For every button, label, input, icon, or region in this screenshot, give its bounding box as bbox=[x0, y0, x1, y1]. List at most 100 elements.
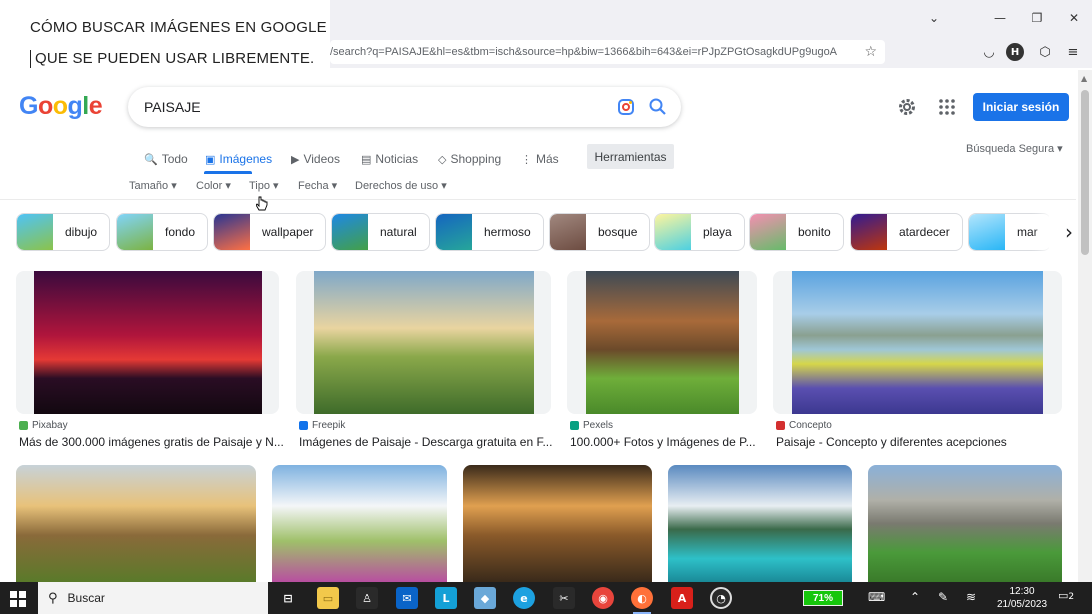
landscape-thumbnail[interactable] bbox=[868, 465, 1062, 582]
google-logo[interactable]: Google bbox=[19, 92, 103, 121]
tab-list-chevron-icon[interactable]: ⌄ bbox=[916, 6, 952, 30]
image-result-card[interactable] bbox=[463, 465, 652, 582]
result-source[interactable]: Freepik bbox=[299, 420, 345, 431]
pocket-icon[interactable]: ◡ bbox=[980, 43, 998, 61]
image-result-frame[interactable] bbox=[272, 465, 447, 582]
search-box[interactable]: PAISAJE bbox=[128, 87, 681, 127]
battery-indicator[interactable]: 71% bbox=[803, 590, 843, 606]
filter-type[interactable]: Tipo ▾ bbox=[249, 179, 279, 192]
address-bar[interactable]: /search?q=PAISAJE&hl=es&tbm=isch&source=… bbox=[330, 40, 885, 64]
image-result-frame[interactable] bbox=[567, 271, 757, 414]
search-query[interactable]: PAISAJE bbox=[144, 99, 201, 115]
chip-fondo[interactable]: fondo bbox=[116, 213, 209, 251]
google-lens-icon[interactable] bbox=[616, 97, 636, 117]
task-view-icon[interactable]: ⊟ bbox=[277, 587, 299, 609]
search-icon[interactable] bbox=[648, 97, 668, 117]
chip-dibujo[interactable]: dibujo bbox=[16, 213, 111, 251]
tab-more[interactable]: ⋮ Más bbox=[521, 146, 559, 172]
filter-date[interactable]: Fecha ▾ bbox=[298, 179, 337, 192]
filter-usage-rights[interactable]: Derechos de uso ▾ bbox=[355, 179, 447, 192]
result-title[interactable]: 100.000+ Fotos y Imágenes de P... bbox=[570, 435, 764, 449]
image-result-card[interactable]: Concepto Paisaje - Concepto y diferentes … bbox=[773, 271, 1062, 451]
extensions-icon[interactable]: ⬡ bbox=[1036, 43, 1054, 61]
image-result-frame[interactable] bbox=[773, 271, 1062, 414]
chip-hermoso[interactable]: hermoso bbox=[435, 213, 544, 251]
pen-icon[interactable]: ✎ bbox=[938, 590, 948, 604]
tools-button[interactable]: Herramientas bbox=[587, 144, 674, 169]
wifi-icon[interactable]: ≋ bbox=[966, 590, 976, 604]
chip-wallpaper[interactable]: wallpaper bbox=[213, 213, 327, 251]
landscape-thumbnail[interactable] bbox=[792, 271, 1043, 414]
chip-mar[interactable]: mar bbox=[968, 213, 1051, 251]
menu-icon[interactable]: ≡ bbox=[1064, 43, 1082, 61]
account-avatar[interactable]: H bbox=[1006, 43, 1024, 61]
edge-browser-icon[interactable]: e bbox=[513, 587, 535, 609]
image-result-frame[interactable] bbox=[296, 271, 551, 414]
windows-start-icon[interactable] bbox=[10, 591, 26, 607]
safe-search-dropdown[interactable]: Búsqueda Segura ▾ bbox=[966, 142, 1063, 155]
result-title[interactable]: Paisaje - Concepto y diferentes acepcion… bbox=[776, 435, 1069, 449]
firefox-browser-icon[interactable]: ◐ bbox=[631, 587, 653, 614]
image-result-frame[interactable] bbox=[16, 465, 256, 582]
acrobat-reader-icon[interactable]: A bbox=[671, 587, 693, 609]
landscape-thumbnail[interactable] bbox=[272, 465, 447, 582]
sign-in-button[interactable]: Iniciar sesión bbox=[973, 93, 1069, 121]
image-result-card[interactable]: Pexels 100.000+ Fotos y Imágenes de P... bbox=[567, 271, 757, 451]
notification-center-icon[interactable]: ▭2 bbox=[1058, 589, 1074, 602]
result-source[interactable]: Pexels bbox=[570, 420, 613, 431]
tab-all[interactable]: 🔍 Todo bbox=[144, 146, 188, 172]
filter-size[interactable]: Tamaño ▾ bbox=[129, 179, 177, 192]
image-result-frame[interactable] bbox=[16, 271, 279, 414]
taskbar-search[interactable]: ⚲ Buscar bbox=[38, 582, 268, 614]
result-source[interactable]: Pixabay bbox=[19, 420, 68, 431]
image-result-frame[interactable] bbox=[668, 465, 852, 582]
image-result-frame[interactable] bbox=[868, 465, 1062, 582]
landscape-thumbnail[interactable] bbox=[314, 271, 534, 414]
snipping-tool-icon[interactable]: ✂ bbox=[553, 587, 575, 609]
landscape-thumbnail[interactable] bbox=[463, 465, 652, 582]
tab-shopping[interactable]: ◇ Shopping bbox=[438, 146, 501, 172]
filter-color[interactable]: Color ▾ bbox=[196, 179, 231, 192]
landscape-thumbnail[interactable] bbox=[16, 465, 256, 582]
tab-news[interactable]: ▤ Noticias bbox=[361, 146, 418, 172]
image-result-card[interactable]: Pixabay Más de 300.000 imágenes gratis de… bbox=[16, 271, 284, 451]
landscape-thumbnail[interactable] bbox=[668, 465, 852, 582]
image-result-card[interactable] bbox=[16, 465, 256, 582]
lingo-app-icon[interactable]: L bbox=[435, 587, 457, 609]
image-result-card[interactable] bbox=[272, 465, 447, 582]
result-title[interactable]: Más de 300.000 imágenes gratis de Paisaj… bbox=[19, 435, 286, 449]
landscape-thumbnail[interactable] bbox=[34, 271, 262, 414]
scroll-up-icon[interactable]: ▲ bbox=[1081, 74, 1087, 83]
chip-natural[interactable]: natural bbox=[331, 213, 430, 251]
image-result-card[interactable] bbox=[868, 465, 1062, 582]
image-result-frame[interactable] bbox=[463, 465, 652, 582]
media-app-icon[interactable]: ◔ bbox=[710, 587, 732, 609]
chip-bonito[interactable]: bonito bbox=[749, 213, 844, 251]
system-clock[interactable]: 12:30 21/05/2023 bbox=[990, 585, 1054, 611]
bookmark-star-icon[interactable]: ☆ bbox=[864, 44, 877, 60]
chip-bosque[interactable]: bosque bbox=[549, 213, 651, 251]
google-apps-icon[interactable] bbox=[938, 98, 956, 116]
tab-images[interactable]: ▣ Imágenes bbox=[205, 146, 272, 172]
settings-gear-icon[interactable] bbox=[897, 97, 917, 117]
close-window-button[interactable]: ✕ bbox=[1056, 6, 1092, 30]
file-explorer-icon[interactable]: ▭ bbox=[317, 587, 339, 609]
minimize-button[interactable]: — bbox=[982, 6, 1018, 30]
image-result-card[interactable] bbox=[668, 465, 852, 582]
chip-atardecer[interactable]: atardecer bbox=[850, 213, 963, 251]
app-installer-icon[interactable]: ♙ bbox=[356, 587, 378, 609]
tab-videos[interactable]: ▶ Videos bbox=[291, 146, 340, 172]
chip-playa[interactable]: playa bbox=[654, 213, 745, 251]
image-result-card[interactable]: Freepik Imágenes de Paisaje - Descarga gr… bbox=[296, 271, 552, 451]
tray-chevron-up-icon[interactable]: ⌃ bbox=[910, 590, 920, 604]
keyboard-icon[interactable]: ⌨ bbox=[868, 590, 885, 604]
chrome-browser-icon[interactable]: ◉ bbox=[592, 587, 614, 609]
landscape-thumbnail[interactable] bbox=[586, 271, 739, 414]
notes-app-icon[interactable]: ◆ bbox=[474, 587, 496, 609]
scrollbar-thumb[interactable] bbox=[1081, 90, 1089, 255]
result-source[interactable]: Concepto bbox=[776, 420, 832, 431]
page-scrollbar[interactable]: ▲ bbox=[1078, 70, 1092, 582]
mail-icon[interactable]: ✉ bbox=[396, 587, 418, 609]
result-title[interactable]: Imágenes de Paisaje - Descarga gratuita … bbox=[299, 435, 558, 449]
restore-button[interactable]: ❐ bbox=[1019, 6, 1055, 30]
